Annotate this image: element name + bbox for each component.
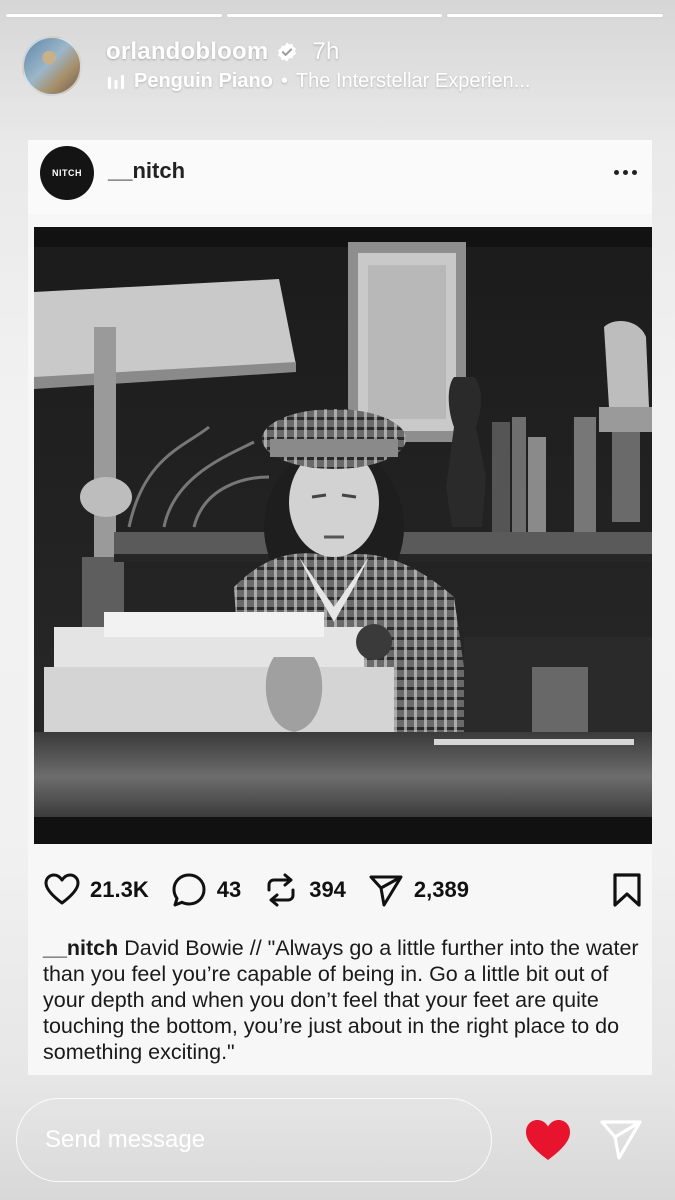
send-message-input[interactable]: Send message xyxy=(16,1098,492,1182)
comment-icon[interactable] xyxy=(171,872,207,908)
comment-action[interactable]: 43 xyxy=(171,872,241,908)
share-count: 2,389 xyxy=(413,877,469,902)
story-username[interactable]: orlandobloom xyxy=(106,38,268,66)
progress-segment xyxy=(447,14,664,17)
story-username-row[interactable]: orlandobloom 7h xyxy=(106,38,340,66)
music-separator: • xyxy=(280,70,288,92)
heart-outline-icon[interactable] xyxy=(44,872,80,908)
bookmark-icon[interactable] xyxy=(610,872,644,908)
story-progress-bar xyxy=(6,14,664,17)
story-footer: Send message xyxy=(0,1090,675,1200)
like-count: 21.3K xyxy=(90,877,149,902)
more-options-icon[interactable] xyxy=(610,160,640,184)
post-account-name[interactable]: __nitch xyxy=(108,158,185,184)
music-bars-icon xyxy=(108,74,124,89)
music-label[interactable]: Penguin Piano • The Interstellar Experie… xyxy=(106,70,530,93)
repost-action[interactable]: 394 xyxy=(263,872,346,908)
story-header: orlandobloom 7h Penguin Piano • The Inte… xyxy=(22,36,655,96)
caption-username[interactable]: __nitch xyxy=(43,936,118,960)
avatar[interactable] xyxy=(22,36,82,96)
verified-icon xyxy=(278,42,297,62)
repost-icon[interactable] xyxy=(263,872,299,908)
repost-count: 394 xyxy=(309,877,346,902)
send-icon[interactable] xyxy=(368,872,404,908)
account-logo[interactable]: NITCH xyxy=(40,146,94,200)
story-time: 7h xyxy=(312,38,340,65)
music-artist: Penguin Piano xyxy=(134,70,273,92)
bw-portrait-image xyxy=(34,227,652,844)
shared-post-card[interactable]: NITCH __nitch 21.3K 43 394 2,389 __nitch… xyxy=(28,140,652,1075)
send-message-placeholder: Send message xyxy=(45,1126,206,1153)
share-action[interactable]: 2,389 xyxy=(368,872,469,908)
comment-count: 43 xyxy=(216,877,242,902)
music-track: The Interstellar Experien... xyxy=(295,70,531,92)
progress-segment xyxy=(226,14,443,17)
post-actions: 21.3K 43 394 2,389 xyxy=(44,870,644,910)
post-header: NITCH __nitch xyxy=(28,140,652,214)
like-action[interactable]: 21.3K xyxy=(44,872,149,908)
send-icon[interactable] xyxy=(598,1116,644,1162)
post-photo xyxy=(34,227,652,844)
post-caption: __nitch David Bowie // "Always go a litt… xyxy=(43,935,643,1065)
caption-text: David Bowie // "Always go a little furth… xyxy=(43,936,639,1064)
heart-icon[interactable] xyxy=(524,1118,572,1162)
progress-segment xyxy=(6,14,222,17)
